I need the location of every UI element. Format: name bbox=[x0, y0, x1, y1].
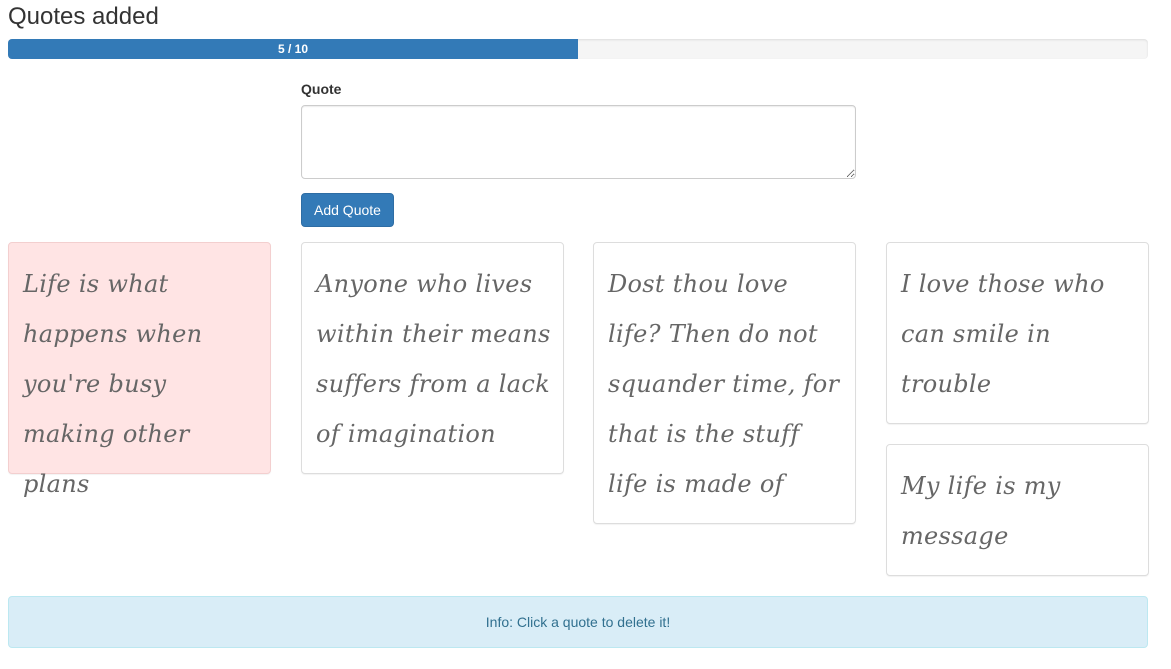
progress-bar: 5 / 10 bbox=[8, 39, 578, 59]
quote-text: Dost thou love life? Then do not squande… bbox=[608, 270, 840, 498]
quote-card-5[interactable]: My life is my message bbox=[886, 444, 1149, 576]
info-alert: Info: Click a quote to delete it! bbox=[8, 596, 1148, 648]
add-quote-form: Quote Add Quote bbox=[301, 80, 856, 227]
quote-card-1[interactable]: Life is what happens when you're busy ma… bbox=[8, 242, 271, 498]
quote-card-3[interactable]: Dost thou love life? Then do not squande… bbox=[593, 242, 856, 524]
quote-text: Anyone who lives within their means suff… bbox=[316, 270, 551, 448]
quote-text: Life is what happens when you're busy ma… bbox=[23, 270, 203, 498]
quote-textarea[interactable] bbox=[301, 105, 856, 179]
quote-text: I love those who can smile in trouble bbox=[901, 270, 1105, 398]
quotes-progress: 5 / 10 bbox=[8, 39, 1148, 59]
quote-text: My life is my message bbox=[901, 472, 1061, 550]
quote-card-2[interactable]: Anyone who lives within their means suff… bbox=[301, 242, 564, 474]
quote-label: Quote bbox=[301, 81, 342, 97]
add-quote-button[interactable]: Add Quote bbox=[301, 193, 394, 227]
quote-card-4[interactable]: I love those who can smile in trouble bbox=[886, 242, 1149, 424]
page-title: Quotes added bbox=[8, 3, 159, 30]
